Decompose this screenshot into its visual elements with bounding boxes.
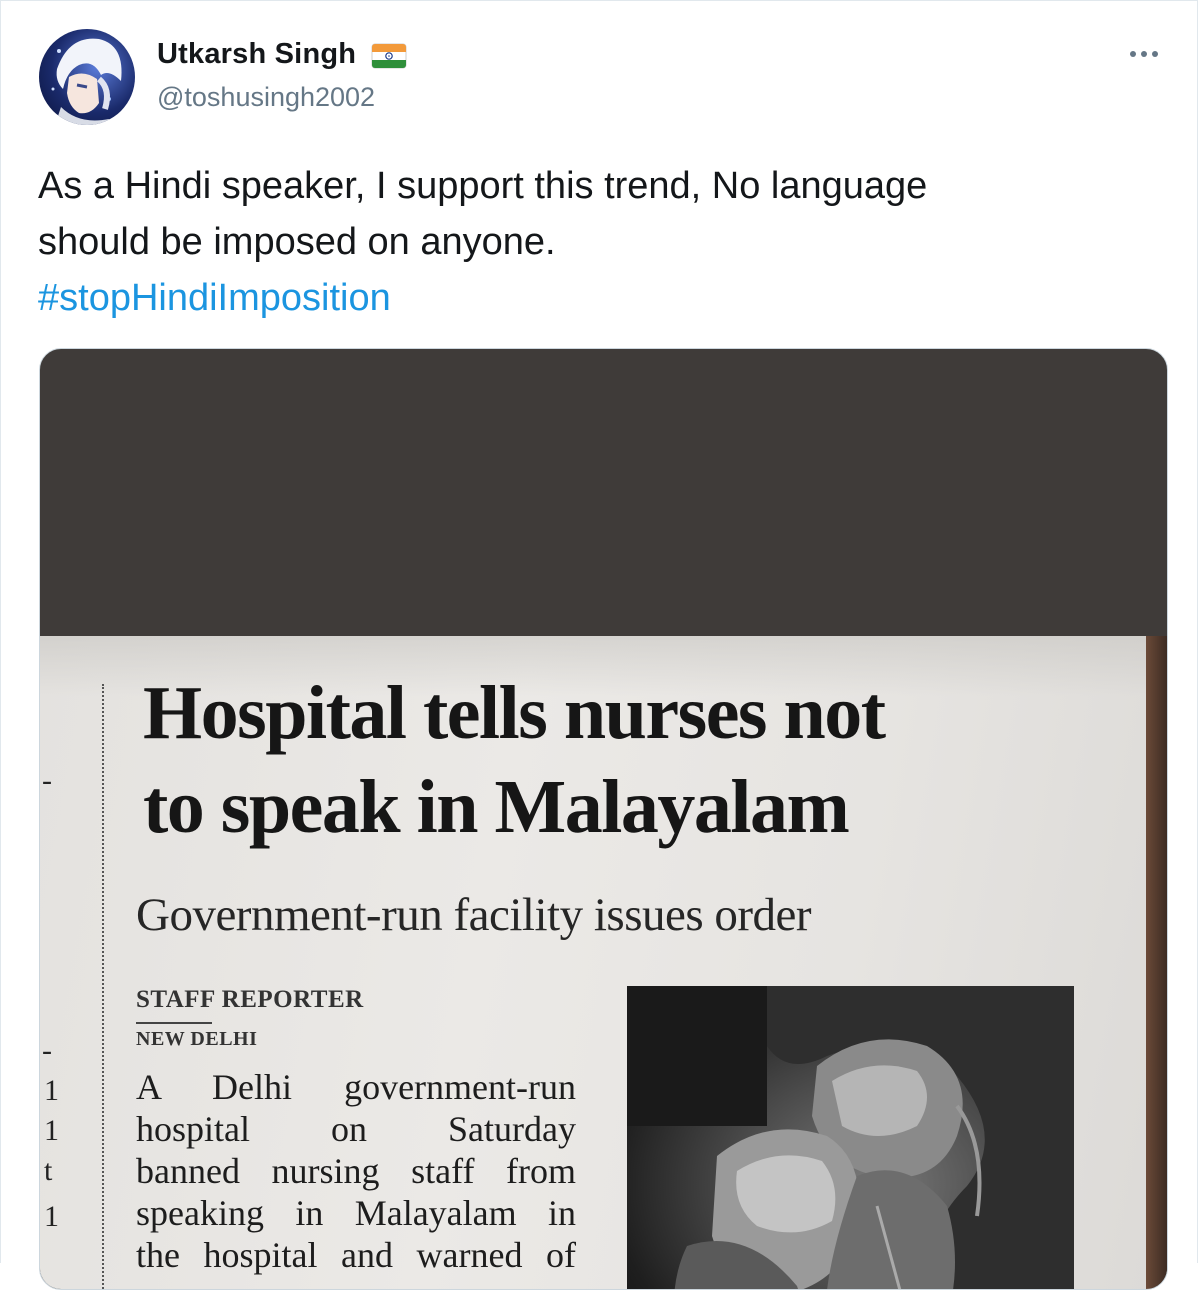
column-fragment: 1: [44, 1200, 59, 1233]
article-line: A Delhi government-run: [136, 1067, 576, 1107]
headline-line: Hospital tells nurses not: [143, 671, 886, 755]
user-avatar[interactable]: [39, 29, 135, 125]
user-info: Utkarsh Singh @toshusingh2002: [157, 35, 407, 115]
article-line: the hospital and warned of: [136, 1235, 576, 1275]
article-line: speaking in Malayalam in: [136, 1193, 576, 1233]
dateline: NEW DELHI: [136, 1028, 258, 1050]
article-photo: [627, 986, 1074, 1289]
article-line: banned nursing staff from: [136, 1151, 576, 1191]
column-fragment: -: [42, 1034, 52, 1067]
tweet-card: Utkarsh Singh @toshusingh2002 As a Hindi…: [0, 0, 1198, 1290]
display-name[interactable]: Utkarsh Singh: [157, 38, 356, 70]
tweet-text: As a Hindi speaker, I support this trend…: [38, 158, 1148, 326]
adjacent-column-fragments: - - 1 1 t 1: [40, 636, 96, 1289]
newspaper-subhead: Government-run facility issues order: [136, 889, 812, 941]
ppe-workers-photo: [627, 986, 1074, 1289]
newspaper-headline: Hospital tells nurses not to speak in Ma…: [143, 666, 1143, 854]
display-name-row: Utkarsh Singh: [157, 35, 407, 73]
tweet-media-image[interactable]: - - 1 1 t 1 Hospital tells nurses not to…: [39, 348, 1168, 1290]
column-fragment: t: [44, 1154, 53, 1187]
newspaper-clipping: - - 1 1 t 1 Hospital tells nurses not to…: [40, 636, 1150, 1289]
column-fragment: 1: [44, 1114, 59, 1147]
column-fragment: 1: [44, 1074, 59, 1107]
user-handle[interactable]: @toshusingh2002: [157, 79, 407, 115]
tweet-text-line: As a Hindi speaker, I support this trend…: [38, 165, 928, 207]
tweet-text-line: should be imposed on anyone.: [38, 221, 556, 263]
article-line: hospital on Saturday: [136, 1109, 576, 1149]
avatar-image: [51, 38, 122, 125]
more-options-icon[interactable]: [1127, 41, 1161, 67]
article-body: A Delhi government-run hospital on Satur…: [136, 1066, 576, 1276]
column-fragment: -: [42, 764, 52, 797]
byline: STAFF REPORTER: [136, 986, 364, 1013]
headline-line: to speak in Malayalam: [143, 765, 850, 849]
column-divider: [102, 684, 104, 1289]
india-flag-icon: [371, 43, 407, 69]
paper-edge: [1146, 636, 1167, 1289]
hashtag-link[interactable]: #stopHindiImposition: [38, 270, 1148, 326]
byline-rule: [136, 1022, 212, 1024]
